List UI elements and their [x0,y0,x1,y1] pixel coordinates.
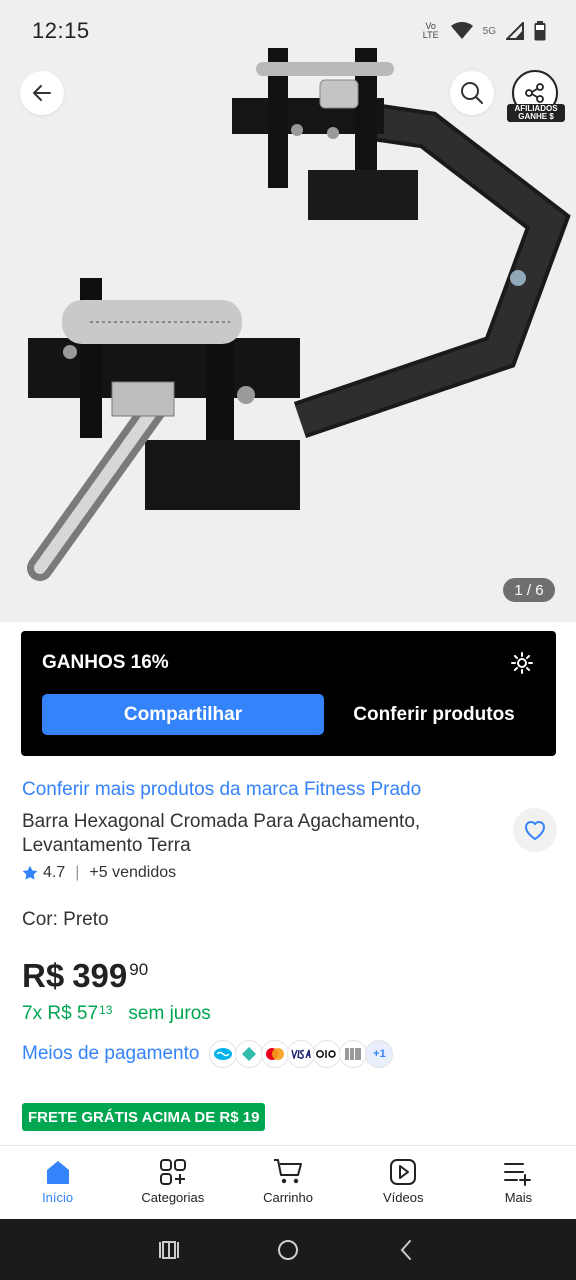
free-shipping-badge: FRETE GRÁTIS ACIMA DE R$ 19 [22,1103,266,1131]
settings-button[interactable] [510,651,534,680]
rating-separator: | [75,864,80,881]
home-icon [46,1161,69,1184]
rating-value: 4.7 [43,864,66,881]
price-integer: 399 [72,957,128,994]
menu-plus-icon [504,1163,532,1186]
recent-apps-icon[interactable] [157,1240,181,1260]
price-cents: 90 [129,960,149,979]
payment-icons: +1 [209,1040,394,1068]
search-button[interactable] [450,71,494,115]
brand-link[interactable]: Conferir mais produtos da marca Fitness … [22,779,421,801]
share-icon [525,83,544,103]
nav-label: Categorias [141,1190,205,1205]
pix-icon [235,1040,264,1068]
elo-icon [313,1040,342,1068]
nav-cart[interactable]: Carrinho [230,1146,345,1219]
installment-no-interest: sem juros [128,1003,211,1024]
visa-icon [287,1040,316,1068]
back-button[interactable] [20,71,64,115]
video-icon [390,1159,417,1185]
mercado-pago-icon [209,1040,238,1068]
installments: 7x R$ 57 13 sem juros [22,1003,211,1025]
gear-icon [511,652,533,674]
nav-more[interactable]: Mais [461,1146,576,1219]
earnings-title: GANHOS 16% [42,652,169,673]
installment-amount: 7x R$ 57 [22,1003,99,1024]
payment-methods-link[interactable]: Meios de pagamento [22,1043,199,1065]
heart-icon [524,821,546,841]
product-photo-hex-bar [27,48,571,581]
nav-label: Início [42,1190,74,1205]
product-image-gallery[interactable]: AFILIADOS GANHE $ 1 / 6 [0,0,576,622]
affiliate-earnings-card: GANHOS 16% Compartilhar Conferir produto… [21,631,556,756]
nav-videos[interactable]: Vídeos [346,1146,461,1219]
search-icon [461,82,483,104]
favorite-button[interactable] [513,808,557,852]
wifi-icon [450,22,473,39]
sold-count: +5 vendidos [89,864,177,881]
status-time: 12:15 [32,18,90,43]
image-counter: 1 / 6 [503,578,555,602]
rating-row[interactable]: 4.7 | +5 vendidos [22,864,176,882]
nav-categories[interactable]: Categorias [115,1146,230,1219]
product-title: Barra Hexagonal Cromada Para Agachamento… [22,811,421,856]
price-currency: R$ [22,957,65,994]
nav-label: Carrinho [263,1190,313,1205]
status-bar: 12:15 Vo LTE 5G [0,0,576,62]
color-selection[interactable]: Cor: Preto [22,909,109,931]
payment-methods-row[interactable]: Meios de pagamento +1 [22,1040,394,1068]
star-icon [22,865,38,880]
price: R$ 399 90 [22,956,148,996]
status-icons: Vo LTE 5G [421,21,546,41]
more-payment-methods: +1 [365,1040,394,1068]
check-products-button[interactable]: Conferir produtos [339,694,529,735]
share-button[interactable]: Compartilhar [42,694,324,735]
network-type: 5G [482,25,496,37]
nav-label: Vídeos [382,1190,424,1205]
volte-indicator: Vo LTE [422,21,439,40]
arrow-left-icon [33,85,51,101]
battery-icon [534,21,546,41]
nav-label: Mais [504,1190,533,1205]
back-chevron-icon[interactable] [395,1238,419,1262]
bottom-navigation: Início Categorias Carrinho Vídeos Mais [0,1145,576,1219]
nav-home[interactable]: Início [0,1146,115,1219]
affiliate-badge: AFILIADOS GANHE $ [507,104,565,122]
signal-icon [506,22,524,40]
system-navigation-bar [0,1219,576,1280]
mastercard-icon [261,1040,290,1068]
cart-icon [274,1159,302,1184]
installment-cents: 13 [99,1003,113,1017]
categories-icon [159,1159,186,1185]
boleto-icon [339,1040,368,1068]
home-circle-icon[interactable] [276,1238,300,1262]
